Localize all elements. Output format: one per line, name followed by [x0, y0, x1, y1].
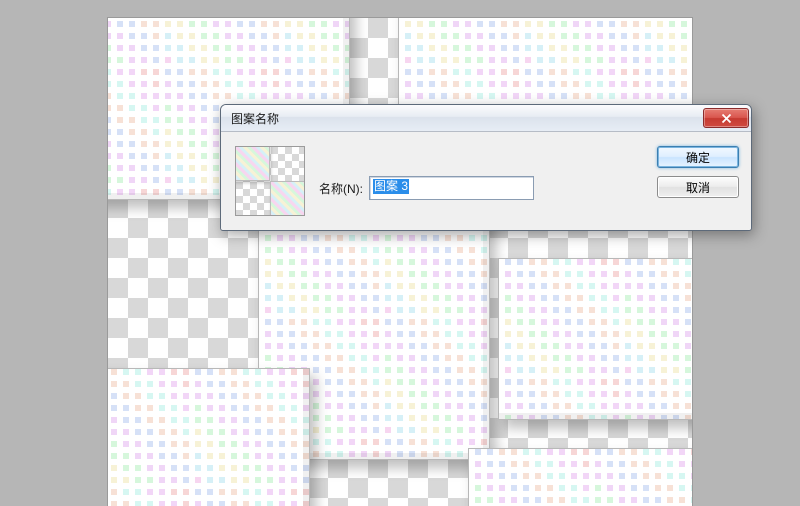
close-icon	[721, 113, 732, 124]
pattern-tile	[468, 448, 692, 506]
dialog-title: 图案名称	[231, 110, 279, 127]
pattern-preview	[235, 146, 305, 216]
dialog-titlebar[interactable]: 图案名称	[221, 105, 751, 132]
cancel-button[interactable]: 取消	[657, 176, 739, 198]
close-button[interactable]	[703, 108, 749, 128]
dialog-body: 名称(N): 图案 3 确定 取消	[221, 132, 751, 230]
ok-button[interactable]: 确定	[657, 146, 739, 168]
dialog-buttons: 确定 取消	[657, 146, 739, 216]
pattern-name-dialog: 图案名称 名称(N): 图案 3 确定 取消	[220, 104, 752, 231]
preview-tile	[270, 181, 305, 216]
pattern-name-input[interactable]	[369, 176, 534, 200]
name-label: 名称(N):	[319, 180, 363, 197]
pattern-tile	[498, 258, 692, 420]
preview-tile	[235, 146, 270, 181]
pattern-tile	[108, 368, 310, 506]
document-canvas	[108, 18, 692, 506]
name-field-row: 名称(N): 图案 3	[319, 160, 643, 216]
